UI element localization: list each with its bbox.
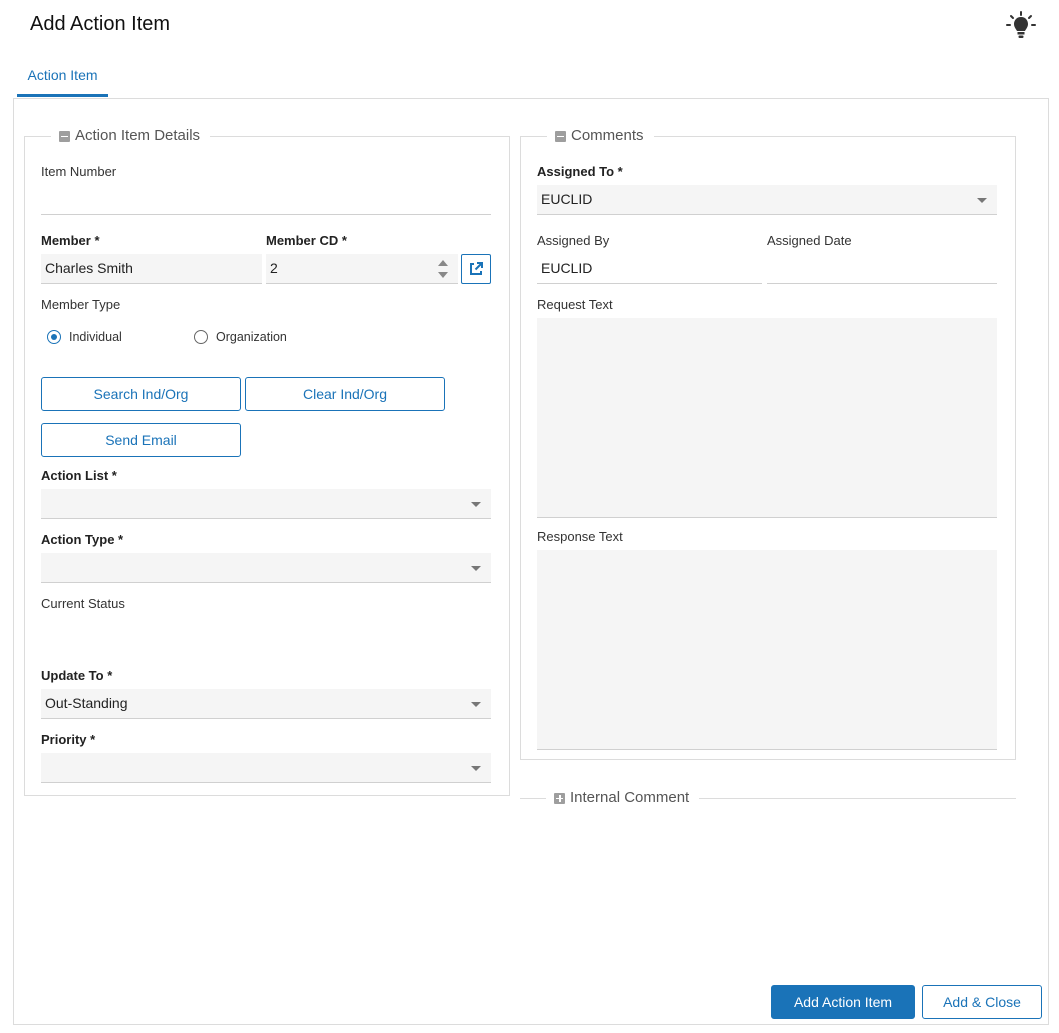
search-ind-org-button[interactable]: Search Ind/Org [41,377,241,411]
item-number-label: Item Number [41,164,117,179]
add-and-close-button[interactable]: Add & Close [922,985,1042,1019]
internal-comment-legend[interactable]: Internal Comment [546,789,700,807]
member-cd-field[interactable]: 2 [266,254,458,284]
tab-active-indicator [17,94,108,97]
member-type-label: Member Type [41,297,121,312]
item-number-field[interactable] [41,185,491,215]
assigned-to-label: Assigned To * [537,164,623,179]
radio-individual[interactable]: Individual [47,330,122,344]
chevron-down-icon [471,566,481,571]
external-link-icon [470,262,483,275]
lightbulb-icon[interactable] [1006,11,1036,41]
page-title: Add Action Item [30,13,171,35]
chevron-down-icon [471,766,481,771]
update-to-select[interactable]: Out-Standing [41,689,491,719]
assigned-by-field[interactable]: EUCLID [537,254,762,284]
clear-ind-org-button[interactable]: Clear Ind/Org [245,377,445,411]
assigned-to-select[interactable]: EUCLID [537,185,997,215]
expand-icon[interactable] [554,792,565,804]
member-field[interactable]: Charles Smith [41,254,262,284]
request-text-label: Request Text [537,297,613,312]
open-member-button[interactable] [461,254,491,284]
response-text-label: Response Text [537,529,623,544]
current-status-label: Current Status [41,596,125,611]
action-type-label: Action Type * [41,532,124,547]
radio-unselected-icon [194,330,208,344]
request-text-area[interactable] [537,318,997,518]
collapse-icon[interactable] [59,130,70,142]
assigned-date-label: Assigned Date [767,233,852,248]
assigned-date-field[interactable] [767,254,997,284]
action-list-label: Action List * [41,468,117,483]
chevron-down-icon [471,502,481,507]
priority-select[interactable] [41,753,491,783]
assigned-by-label: Assigned By [537,233,610,248]
action-list-select[interactable] [41,489,491,519]
member-label: Member * [41,233,100,248]
collapse-icon[interactable] [555,130,566,142]
stepper-icon[interactable] [438,260,448,278]
radio-selected-icon [47,330,61,344]
priority-label: Priority * [41,732,96,747]
send-email-button[interactable]: Send Email [41,423,241,457]
action-type-select[interactable] [41,553,491,583]
comments-legend[interactable]: Comments [547,127,654,145]
response-text-area[interactable] [537,550,997,750]
member-cd-label: Member CD * [266,233,347,248]
action-item-details-legend[interactable]: Action Item Details [51,127,211,145]
update-to-label: Update To * [41,668,113,683]
add-action-item-button[interactable]: Add Action Item [771,985,915,1019]
chevron-down-icon [977,198,987,203]
chevron-down-icon [471,702,481,707]
member-cd-value: 2 [270,260,278,276]
tab-action-item[interactable]: Action Item [17,64,108,98]
radio-organization[interactable]: Organization [194,330,287,344]
